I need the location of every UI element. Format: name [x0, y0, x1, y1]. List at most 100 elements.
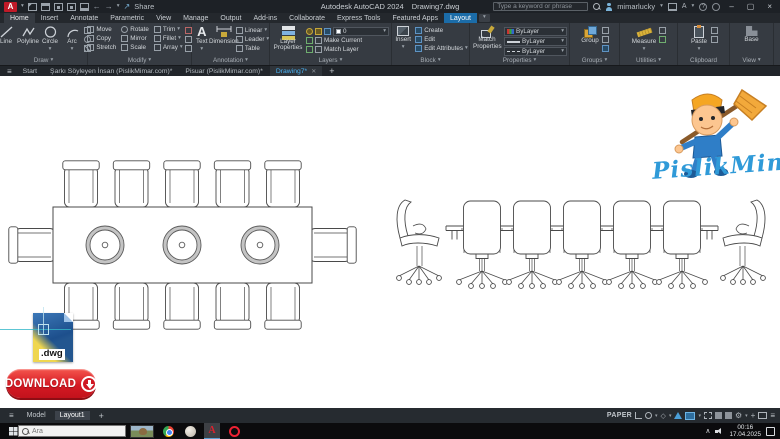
- edit-block-button[interactable]: Edit: [415, 36, 468, 44]
- polar-tracking-icon[interactable]: [645, 412, 653, 419]
- opera-taskbar-icon[interactable]: [226, 423, 242, 439]
- cut-clip-icon[interactable]: [711, 36, 718, 43]
- tab-manage[interactable]: Manage: [177, 13, 214, 23]
- layout-menu-icon[interactable]: ≡: [5, 411, 18, 420]
- share-label[interactable]: Share: [134, 2, 154, 11]
- taskbar-clock[interactable]: 00:16 17.04.2025: [729, 424, 761, 438]
- make-current-button[interactable]: Make Current: [306, 37, 389, 45]
- line-button[interactable]: Line: [0, 25, 16, 46]
- qat-caret-icon[interactable]: ▾: [117, 3, 120, 10]
- help-icon[interactable]: ?: [699, 2, 708, 11]
- tab-collaborate[interactable]: Collaborate: [283, 13, 331, 23]
- groups-panel-label[interactable]: Groups ▾: [570, 56, 619, 65]
- user-caret-icon[interactable]: ▾: [660, 3, 663, 10]
- file-tab-active[interactable]: Drawing7* ✕: [269, 66, 323, 76]
- clipboard-panel-label[interactable]: Clipboard: [678, 56, 729, 65]
- linetype-dropdown[interactable]: ByLayer ▾: [504, 47, 567, 56]
- tab-parametric[interactable]: Parametric: [104, 13, 150, 23]
- mirror-button[interactable]: Mirror: [121, 35, 149, 43]
- paste-button[interactable]: Paste ▾: [689, 25, 709, 52]
- taskbar-picture-thumbnail[interactable]: [130, 424, 154, 438]
- new-layout-button[interactable]: +: [94, 410, 109, 422]
- isodraft-icon[interactable]: ◇: [661, 412, 666, 420]
- chrome-taskbar-icon[interactable]: [160, 423, 176, 439]
- minimize-button[interactable]: –: [725, 2, 737, 11]
- plot-icon[interactable]: [79, 2, 89, 11]
- new-file-icon[interactable]: [27, 2, 37, 11]
- selection-cycling-icon[interactable]: [703, 412, 712, 419]
- search-icon[interactable]: [593, 3, 601, 10]
- copy-clip-icon[interactable]: [711, 27, 718, 34]
- restore-button[interactable]: ▢: [743, 2, 759, 11]
- ortho-icon[interactable]: [635, 412, 643, 419]
- taskbar-search[interactable]: [18, 425, 126, 437]
- app-store-icon[interactable]: [667, 2, 677, 11]
- app-menu-caret-icon[interactable]: ▾: [21, 3, 24, 10]
- layer-lock-icon[interactable]: [324, 28, 331, 35]
- properties-panel-label[interactable]: Properties ▾: [470, 56, 569, 65]
- tab-featured-apps[interactable]: Featured Apps: [386, 13, 444, 23]
- autocad-app-button[interactable]: A: [4, 1, 17, 12]
- create-block-button[interactable]: Create: [415, 27, 468, 35]
- view-panel-label[interactable]: View ▾: [730, 56, 773, 65]
- gear-icon[interactable]: ⚙: [735, 411, 742, 420]
- copy-button[interactable]: Copy: [87, 35, 116, 43]
- group-edit-icon[interactable]: [602, 36, 609, 43]
- clean-screen-icon[interactable]: [758, 412, 768, 419]
- tab-output[interactable]: Output: [214, 13, 247, 23]
- start-button[interactable]: [0, 423, 18, 439]
- linear-button[interactable]: Linear ▾: [235, 27, 269, 35]
- search-input[interactable]: [493, 2, 589, 11]
- match-layer-button[interactable]: Match Layer: [306, 46, 389, 54]
- stretch-button[interactable]: Stretch: [87, 44, 116, 52]
- customize-status-icon[interactable]: ≡: [770, 411, 775, 420]
- explode-icon[interactable]: [184, 36, 192, 43]
- action-center-icon[interactable]: [766, 426, 775, 436]
- arc-button[interactable]: Arc ▾: [62, 25, 82, 52]
- layout1-tab[interactable]: Layout1: [54, 411, 90, 420]
- ribbon-options-caret-icon[interactable]: ▾: [479, 14, 490, 22]
- user-avatar-icon[interactable]: [605, 2, 613, 11]
- tab-view[interactable]: View: [150, 13, 177, 23]
- ungroup-icon[interactable]: [602, 27, 609, 34]
- leader-button[interactable]: Leader ▾: [235, 36, 269, 44]
- add-status-icon[interactable]: +: [751, 411, 756, 420]
- close-button[interactable]: ×: [763, 2, 776, 11]
- tab-insert[interactable]: Insert: [35, 13, 65, 23]
- draw-panel-label[interactable]: Draw ▾: [0, 56, 87, 65]
- open-file-icon[interactable]: [40, 2, 50, 11]
- base-button[interactable]: Base: [742, 25, 762, 44]
- layer-select-dropdown[interactable]: 0 ▾: [333, 27, 389, 36]
- layer-properties-button[interactable]: Layer Properties: [272, 25, 304, 52]
- model-tab[interactable]: Model: [22, 411, 51, 420]
- notifications-icon[interactable]: [712, 2, 721, 11]
- circle-button[interactable]: Circle ▾: [40, 25, 60, 52]
- file-tab-1[interactable]: Şarkı Söyleyen İnsan (PislikMimar.com)*: [44, 66, 178, 76]
- match-properties-button[interactable]: Match Properties: [472, 25, 502, 50]
- move-button[interactable]: Move: [87, 26, 116, 34]
- block-panel-label[interactable]: Block ▾: [392, 56, 469, 65]
- quick-select-icon[interactable]: [659, 27, 667, 34]
- tray-expand-icon[interactable]: ∧: [705, 427, 710, 435]
- autodesk-account-icon[interactable]: A: [682, 3, 687, 10]
- download-button[interactable]: DOWNLOAD: [5, 369, 98, 398]
- rotate-button[interactable]: Rotate: [121, 26, 149, 34]
- annotation-scale-icon[interactable]: [714, 412, 722, 419]
- share-icon[interactable]: ↗: [124, 2, 131, 11]
- save-icon[interactable]: [53, 2, 63, 11]
- group-manager-icon[interactable]: [602, 45, 609, 52]
- color-dropdown[interactable]: ByLayer ▾: [504, 27, 567, 36]
- file-tab-start[interactable]: Start: [17, 66, 43, 76]
- fillet-button[interactable]: Fillet ▾: [153, 35, 183, 43]
- app-taskbar-icon[interactable]: [182, 423, 198, 439]
- taskbar-search-input[interactable]: [32, 427, 112, 435]
- modify-panel-label[interactable]: Modify ▾: [88, 56, 191, 65]
- layer-on-icon[interactable]: [306, 28, 313, 35]
- close-tab-icon[interactable]: ✕: [311, 68, 316, 75]
- space-toggle[interactable]: PAPER: [607, 412, 632, 419]
- edit-attributes-button[interactable]: Edit Attributes ▾: [415, 45, 468, 53]
- insert-button[interactable]: Insert ▾: [393, 25, 413, 50]
- osnap-icon[interactable]: [674, 412, 683, 419]
- scale-button[interactable]: Scale: [121, 44, 149, 52]
- id-point-icon[interactable]: [659, 36, 667, 43]
